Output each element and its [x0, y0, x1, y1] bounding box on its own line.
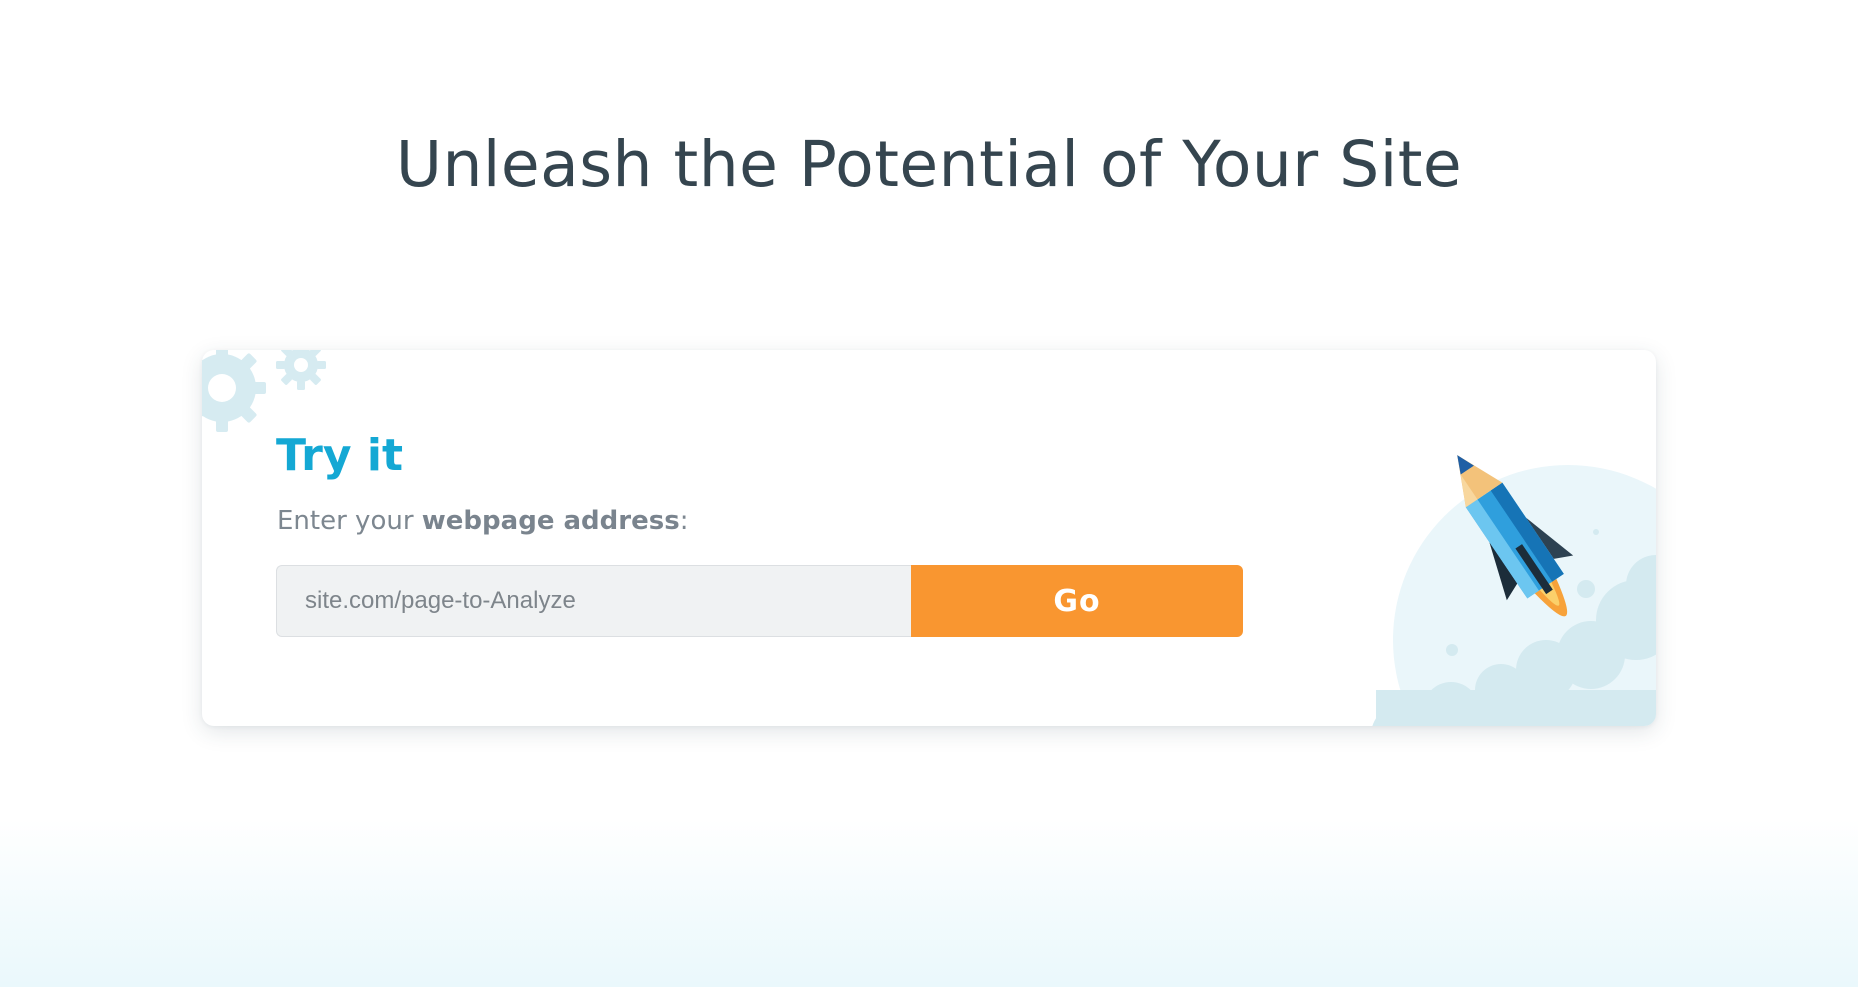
page-title: Unleash the Potential of Your Site: [395, 128, 1463, 201]
prompt-prefix: Enter your: [277, 506, 422, 536]
url-input[interactable]: [276, 565, 911, 637]
prompt-bold: webpage address: [421, 506, 680, 536]
go-button[interactable]: Go: [911, 565, 1243, 637]
gears-icon: [202, 350, 326, 432]
try-it-card: Try it Enter your webpage address: Go: [202, 350, 1656, 726]
url-prompt: Enter your webpage address:: [277, 506, 688, 536]
prompt-suffix: :: [679, 506, 689, 536]
rocket-icon: [1372, 455, 1656, 726]
try-it-heading: Try it: [276, 430, 403, 481]
